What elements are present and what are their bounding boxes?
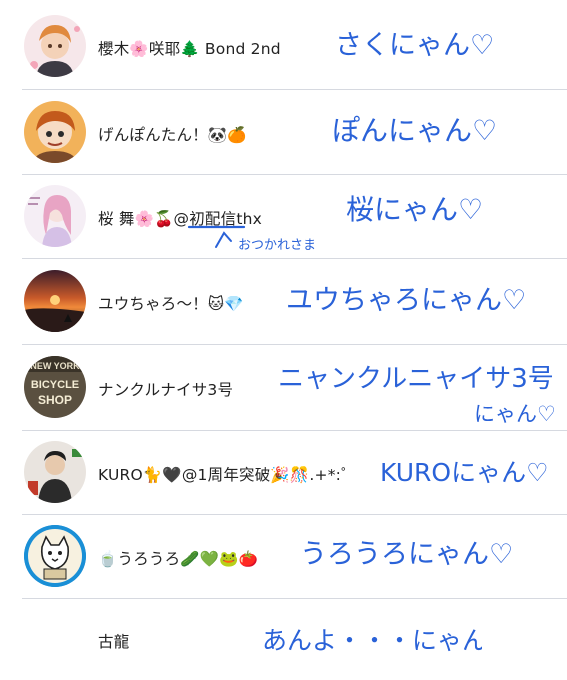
handwritten-note: うろうろにゃん♡ bbox=[300, 539, 513, 570]
svg-text:桜にゃん♡: 桜にゃん♡ bbox=[346, 193, 483, 226]
display-name: げんぽんたん！🐼🍊 bbox=[98, 126, 247, 144]
list-item[interactable]: げんぽんたん！🐼🍊 ぽんにゃん♡ bbox=[0, 90, 567, 175]
handwritten-note: ニャンクルニャイサ3号 にゃん♡ bbox=[278, 364, 556, 426]
avatar[interactable] bbox=[24, 441, 86, 503]
display-name: KURO🐈🖤@1周年突破🎉🎊.+*:゜ bbox=[98, 466, 357, 484]
list-item[interactable]: 🍵うろうろ🥒💚🐸🍅 うろうろにゃん♡ bbox=[0, 515, 567, 599]
svg-text:KUROにゃん♡: KUROにゃん♡ bbox=[380, 458, 548, 487]
display-name: ユウちゃろ～！🐱💎 bbox=[98, 295, 244, 313]
svg-text:SHOP: SHOP bbox=[38, 393, 72, 407]
avatar[interactable] bbox=[24, 525, 86, 587]
underline-arrow: おつかれさま bbox=[187, 225, 316, 253]
svg-text:ニャンクルニャイサ3号: ニャンクルニャイサ3号 bbox=[278, 364, 554, 394]
display-name: 櫻木🌸咲耶🌲 Bond 2nd bbox=[98, 40, 281, 58]
handwritten-note: 桜にゃん♡ bbox=[346, 193, 483, 226]
handwritten-note: KUROにゃん♡ bbox=[380, 458, 548, 487]
svg-text:にゃん♡: にゃん♡ bbox=[474, 402, 556, 426]
svg-text:ぽんにゃん♡: ぽんにゃん♡ bbox=[332, 114, 497, 147]
avatar[interactable] bbox=[24, 185, 86, 247]
svg-text:あんよ・・・にゃん: あんよ・・・にゃん bbox=[262, 626, 482, 655]
svg-text:うろうろにゃん♡: うろうろにゃん♡ bbox=[300, 539, 513, 570]
display-name: ナンクルナイサ3号 bbox=[98, 381, 234, 399]
svg-text:NEW YORK: NEW YORK bbox=[30, 361, 80, 371]
list-item[interactable]: ユウちゃろ～！🐱💎 ユウちゃろにゃん♡ bbox=[0, 259, 567, 345]
svg-text:おつかれさま: おつかれさま bbox=[238, 238, 316, 253]
display-name: 🍵うろうろ🥒💚🐸🍅 bbox=[98, 550, 259, 568]
list-item[interactable]: 古龍 あんよ・・・にゃん bbox=[0, 599, 567, 680]
svg-text:さくにゃん♡: さくにゃん♡ bbox=[335, 30, 494, 61]
handwritten-note: ユウちゃろにゃん♡ bbox=[286, 285, 526, 316]
list-item[interactable]: 桜 舞🌸🍒@初配信thx おつかれさま 桜にゃん♡ bbox=[0, 175, 567, 259]
list-item[interactable]: 櫻木🌸咲耶🌲 Bond 2nd さくにゃん♡ bbox=[0, 0, 567, 90]
list-item[interactable]: KURO🐈🖤@1周年突破🎉🎊.+*:゜ KUROにゃん♡ bbox=[0, 431, 567, 515]
display-name: 古龍 bbox=[98, 633, 130, 651]
avatar[interactable] bbox=[24, 270, 86, 332]
handwritten-note: あんよ・・・にゃん bbox=[262, 626, 482, 655]
avatar[interactable] bbox=[24, 15, 86, 77]
follower-list: 櫻木🌸咲耶🌲 Bond 2nd さくにゃん♡ げんぽんたん！🐼🍊 ぽんにゃん♡ bbox=[0, 0, 567, 680]
list-item[interactable]: NEW YORK BICYCLE SHOP ナンクルナイサ3号 ニャンクルニャイ… bbox=[0, 345, 567, 431]
svg-text:BICYCLE: BICYCLE bbox=[31, 379, 79, 391]
handwritten-note: ぽんにゃん♡ bbox=[332, 114, 497, 147]
handwritten-note: さくにゃん♡ bbox=[335, 30, 494, 61]
avatar[interactable] bbox=[24, 101, 86, 163]
avatar[interactable]: NEW YORK BICYCLE SHOP bbox=[24, 356, 86, 418]
svg-text:ユウちゃろにゃん♡: ユウちゃろにゃん♡ bbox=[286, 285, 526, 316]
